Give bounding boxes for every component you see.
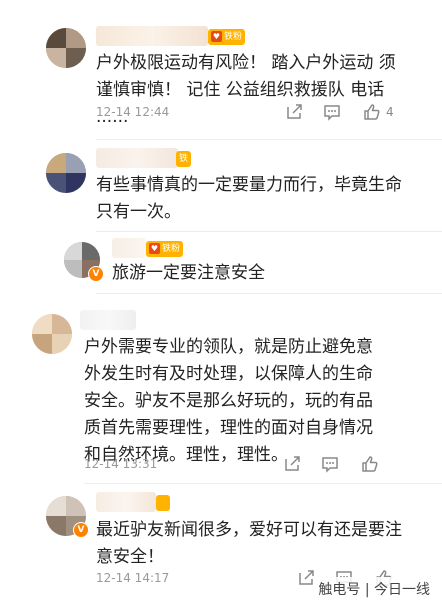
like-icon[interactable]	[360, 454, 380, 474]
username-blurred[interactable]	[112, 238, 146, 258]
like-count: 4	[386, 105, 394, 119]
watermark: 触电号 | 今日一线	[314, 577, 434, 601]
comment-icon[interactable]	[320, 454, 340, 474]
username-blurred[interactable]	[96, 148, 178, 168]
avatar[interactable]	[32, 314, 72, 354]
verified-badge-icon: V	[88, 266, 104, 282]
comment-3: V ♥ 铁粉 旅游一定要注意安全	[0, 232, 442, 294]
username-blurred[interactable]	[96, 492, 156, 512]
comment-time: 12-14 13:31	[84, 457, 158, 471]
comment-1: ♥ 铁粉 户外极限运动有风险！ 踏入户外运动 须 谨慎审慎！ 记住 公益组织救援队…	[0, 0, 442, 140]
heart-icon: ♥	[149, 243, 160, 254]
fan-badge: ♥ 铁粉	[208, 29, 246, 45]
fan-badge: ♥ 铁粉	[146, 241, 184, 257]
avatar[interactable]	[46, 28, 86, 68]
avatar[interactable]	[46, 153, 86, 193]
fan-badge: 铁	[176, 151, 192, 167]
comment-text: 有些事情真的一定要量力而行，毕竟生命只有一次。	[96, 175, 402, 222]
comment-text: 旅游一定要注意安全	[112, 263, 265, 283]
comment-text: 最近驴友新闻很多，爱好可以有还是要注意安全！	[96, 520, 402, 567]
comment-time: 12-14 12:44	[96, 105, 170, 119]
username-blurred[interactable]	[96, 26, 208, 46]
like-icon[interactable]	[362, 102, 382, 122]
share-icon[interactable]	[282, 454, 302, 474]
username-blurred[interactable]	[80, 310, 136, 330]
comment-text: 户外需要专业的领队，就是防止避免意外发生时有及时处理，以保障人的生命安全。驴友不…	[84, 337, 373, 465]
comment-time: 12-14 14:17	[96, 571, 170, 585]
verified-badge-icon: V	[73, 522, 89, 538]
share-icon[interactable]	[296, 568, 316, 588]
share-icon[interactable]	[284, 102, 304, 122]
heart-icon: ♥	[211, 31, 222, 42]
comment-4: 户外需要专业的领队，就是防止避免意外发生时有及时处理，以保障人的生命安全。驴友不…	[0, 294, 442, 484]
comment-icon[interactable]	[322, 102, 342, 122]
comment-2: 铁 有些事情真的一定要量力而行，毕竟生命只有一次。	[0, 140, 442, 232]
fan-badge-icon	[156, 495, 170, 511]
